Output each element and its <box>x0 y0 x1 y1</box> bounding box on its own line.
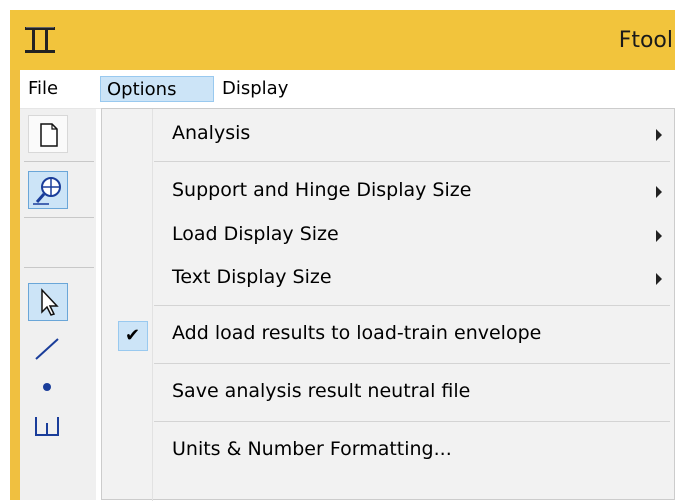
menu-separator <box>154 305 670 306</box>
app-logo-icon[interactable] <box>24 26 56 54</box>
toolbar-separator <box>24 161 94 162</box>
grid-zoom-icon <box>33 177 61 205</box>
select-button[interactable] <box>28 283 68 321</box>
menu-item-add-load-results[interactable]: ✔ Add load results to load-train envelop… <box>102 315 674 355</box>
menu-item-load-display-size[interactable]: Load Display Size <box>102 216 674 256</box>
menu-item-support-hinge-size[interactable]: Support and Hinge Display Size <box>102 172 674 212</box>
menu-separator <box>154 161 670 162</box>
window-title: Ftool <box>618 28 673 53</box>
menu-bar: File Options Display <box>20 70 675 109</box>
menu-item-label: Text Display Size <box>172 266 332 288</box>
line-icon <box>35 338 59 360</box>
menu-item-label: Save analysis result neutral file <box>172 380 471 402</box>
menu-options[interactable]: Options <box>100 76 214 102</box>
menu-item-save-neutral-file[interactable]: Save analysis result neutral file <box>102 373 674 413</box>
menu-item-label: Analysis <box>172 122 251 144</box>
line-tool-button[interactable] <box>28 331 68 369</box>
node-icon <box>43 383 51 391</box>
select-arrow-icon <box>41 288 59 316</box>
menu-item-text-display-size[interactable]: Text Display Size <box>102 259 674 299</box>
checkmark-icon: ✔ <box>125 325 141 346</box>
menu-item-label: Load Display Size <box>172 223 339 245</box>
checkmark-box: ✔ <box>118 321 148 351</box>
toolbar-separator <box>24 267 94 268</box>
menu-item-label: Units & Number Formatting... <box>172 438 452 460</box>
app-window: Ftool File Options Display Analysis Supp… <box>10 10 675 501</box>
submenu-arrow-icon <box>656 129 662 141</box>
menu-separator <box>154 363 670 364</box>
title-bar[interactable]: Ftool <box>10 10 675 70</box>
menu-item-analysis[interactable]: Analysis <box>102 115 674 155</box>
submenu-arrow-icon <box>656 230 662 242</box>
grid-zoom-button[interactable] <box>28 171 68 209</box>
new-document-button[interactable] <box>28 115 68 153</box>
submenu-arrow-icon <box>656 186 662 198</box>
tool-palette <box>20 109 96 500</box>
menu-item-label: Add load results to load-train envelope <box>172 322 542 344</box>
submenu-arrow-icon <box>656 273 662 285</box>
menu-item-units-formatting[interactable]: Units & Number Formatting... <box>102 431 674 471</box>
menu-separator <box>154 421 670 422</box>
new-document-icon <box>40 123 58 147</box>
menu-file[interactable]: File <box>22 76 92 102</box>
client-area: File Options Display Analysis Support an… <box>20 70 675 501</box>
options-dropdown-menu: Analysis Support and Hinge Display Size … <box>101 108 675 501</box>
toolbar-separator <box>24 217 94 218</box>
support-tool-button[interactable] <box>28 409 68 447</box>
node-tool-button[interactable] <box>28 369 68 407</box>
menu-item-label: Support and Hinge Display Size <box>172 179 472 201</box>
support-icon <box>35 417 59 436</box>
menu-display[interactable]: Display <box>216 76 316 102</box>
